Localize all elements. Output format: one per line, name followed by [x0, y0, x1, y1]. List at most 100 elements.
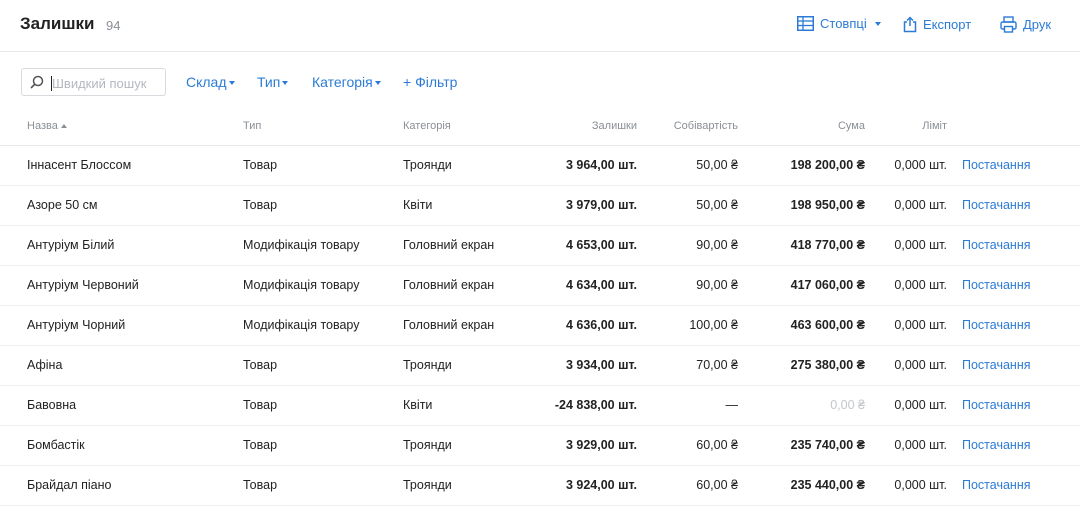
cell-type: Товар: [243, 358, 278, 372]
column-header-limit[interactable]: Ліміт: [847, 120, 947, 132]
cell-sum: 275 380,00 ₴: [790, 358, 865, 372]
page-header: Залишки 94 Стовпці Експорт Друк: [0, 0, 1080, 52]
cell-limit: 0,000 шт.: [894, 278, 947, 292]
table-row[interactable]: Антуріум Чорний Модифікація товару Головни…: [0, 306, 1080, 346]
export-button[interactable]: Експорт: [903, 16, 971, 33]
table-row[interactable]: Бавовна Товар Квіти -24 838,00 шт. —0,00 ₴ 0,…: [0, 386, 1080, 426]
export-label: Експорт: [923, 17, 972, 32]
cell-limit: 0,000 шт.: [894, 358, 947, 372]
column-header-type[interactable]: Тип: [243, 120, 261, 132]
add-filter-button[interactable]: + Фільтр: [403, 74, 457, 90]
cell-qty: 3 979,00 шт.: [565, 198, 637, 212]
column-header-cost[interactable]: Собівартість: [618, 120, 738, 132]
cell-qty: -24 838,00 шт.: [554, 398, 637, 412]
cell-limit: 0,000 шт.: [894, 238, 947, 252]
cell-name: Іннасент Блоссом: [27, 158, 132, 172]
cell-sum: 0,00 ₴: [830, 398, 865, 412]
cell-name: Бомбастік: [27, 438, 85, 452]
table-row[interactable]: Бомбастік Товар Троянди 3 929,00 шт. 60,00 ₴…: [0, 426, 1080, 466]
cell-limit: 0,000 шт.: [894, 438, 947, 452]
supply-link[interactable]: Постачання: [962, 398, 1062, 412]
supply-link[interactable]: Постачання: [962, 158, 1062, 172]
print-button[interactable]: Друк: [1000, 16, 1051, 33]
cell-sum: 198 950,00 ₴: [790, 198, 865, 212]
cell-name: Бавовна: [27, 398, 77, 412]
table-row[interactable]: Брайдал піано Товар Троянди 3 924,00 шт. 60,…: [0, 466, 1080, 506]
supply-link[interactable]: Постачання: [962, 478, 1062, 492]
search-box[interactable]: [21, 68, 166, 96]
cell-type: Модифікація товару: [243, 238, 360, 252]
cell-cost: 50,00 ₴: [696, 158, 738, 172]
cell-type: Товар: [243, 398, 278, 412]
chevron-down-icon: [228, 81, 235, 86]
cell-sum: 418 770,00 ₴: [790, 238, 865, 252]
cell-qty: 4 653,00 шт.: [565, 238, 637, 252]
upload-icon: [903, 16, 917, 33]
supply-link[interactable]: Постачання: [962, 278, 1062, 292]
filter-bar: Склад Тип Категорія + Фільтр: [0, 52, 1080, 110]
cell-cost: 90,00 ₴: [696, 278, 738, 292]
columns-button[interactable]: Стовпці: [797, 16, 881, 31]
table-row[interactable]: Азоре 50 см Товар Квіти 3 979,00 шт. 50,00 ₴…: [0, 186, 1080, 226]
table-row[interactable]: Антуріум Білий Модифікація товару Головний…: [0, 226, 1080, 266]
cell-type: Товар: [243, 198, 278, 212]
table-header: Назва Тип Категорія Залишки Собівартість…: [0, 110, 1080, 146]
column-header-category[interactable]: Категорія: [403, 120, 451, 132]
cell-qty: 3 929,00 шт.: [565, 438, 637, 452]
cell-type: Товар: [243, 478, 278, 492]
cell-qty: 3 924,00 шт.: [565, 478, 637, 492]
cell-qty: 4 634,00 шт.: [565, 278, 637, 292]
supply-link[interactable]: Постачання: [962, 358, 1062, 372]
category-filter[interactable]: Категорія: [312, 74, 381, 90]
chevron-down-icon: [282, 81, 289, 86]
supply-link[interactable]: Постачання: [962, 238, 1062, 252]
table-body: Іннасент Блоссом Товар Троянди 3 964,00 шт.…: [0, 146, 1080, 506]
cell-limit: 0,000 шт.: [894, 318, 947, 332]
search-icon: [30, 75, 44, 92]
print-label: Друк: [1023, 17, 1052, 32]
cell-name: Азоре 50 см: [27, 198, 98, 212]
cell-cost: 60,00 ₴: [696, 438, 738, 452]
cell-type: Модифікація товару: [243, 278, 360, 292]
cell-qty: 3 934,00 шт.: [565, 358, 637, 372]
cell-qty: 3 964,00 шт.: [565, 158, 637, 172]
chevron-down-icon: [374, 81, 381, 86]
search-input[interactable]: [52, 73, 160, 93]
chevron-down-icon: [874, 21, 881, 26]
cell-sum: 198 200,00 ₴: [790, 158, 865, 172]
cell-sum: 463 600,00 ₴: [790, 318, 865, 332]
type-filter-label: Тип: [257, 74, 281, 90]
cell-name: Антуріум Білий: [27, 238, 115, 252]
cell-limit: 0,000 шт.: [894, 158, 947, 172]
category-filter-label: Категорія: [312, 74, 373, 90]
table-row[interactable]: Іннасент Блоссом Товар Троянди 3 964,00 шт.…: [0, 146, 1080, 186]
columns-label: Стовпці: [820, 16, 867, 31]
table-icon: [797, 16, 814, 31]
table-row[interactable]: Афіна Товар Троянди 3 934,00 шт. 70,00 ₴ 275 …: [0, 346, 1080, 386]
supply-link[interactable]: Постачання: [962, 438, 1062, 452]
cell-limit: 0,000 шт.: [894, 398, 947, 412]
warehouse-filter[interactable]: Склад: [186, 74, 235, 90]
cell-type: Товар: [243, 438, 278, 452]
cell-qty: 4 636,00 шт.: [565, 318, 637, 332]
page-title: Залишки: [20, 14, 95, 33]
cell-type: Товар: [243, 158, 278, 172]
cell-name: Антуріум Червоний: [27, 278, 139, 292]
cell-limit: 0,000 шт.: [894, 198, 947, 212]
cell-cost: 70,00 ₴: [696, 358, 738, 372]
cell-name: Брайдал піано: [27, 478, 112, 492]
sort-asc-icon: [60, 124, 67, 129]
supply-link[interactable]: Постачання: [962, 318, 1062, 332]
column-header-name[interactable]: Назва: [27, 120, 67, 132]
cell-name: Афіна: [27, 358, 63, 372]
cell-cost: —: [725, 398, 739, 412]
cell-limit: 0,000 шт.: [894, 478, 947, 492]
cell-cost: 60,00 ₴: [696, 478, 738, 492]
cell-sum: 235 440,00 ₴: [790, 478, 865, 492]
supply-link[interactable]: Постачання: [962, 198, 1062, 212]
cell-cost: 50,00 ₴: [696, 198, 738, 212]
items-count: 94: [106, 18, 121, 33]
printer-icon: [1000, 16, 1017, 33]
type-filter[interactable]: Тип: [257, 74, 289, 90]
table-row[interactable]: Антуріум Червоний Модифікація товару Голов…: [0, 266, 1080, 306]
